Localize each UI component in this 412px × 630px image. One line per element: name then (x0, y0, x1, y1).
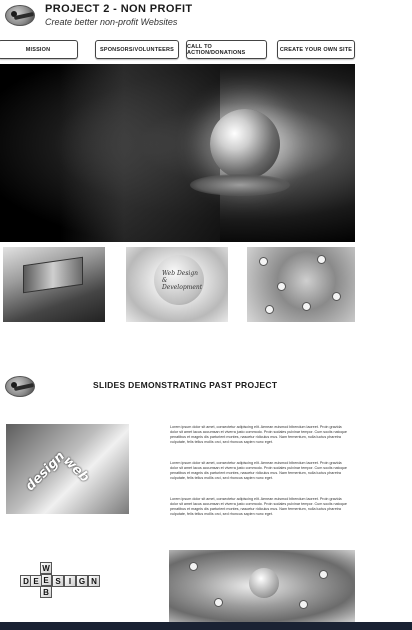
cube-letter: I (64, 575, 76, 587)
cube-letter: W (40, 562, 52, 574)
hawk-logo-icon (5, 376, 35, 397)
web-design-thumbnail[interactable]: Web Design & Development (126, 247, 228, 322)
web-design-caption: Web Design & Development (162, 270, 203, 291)
slide-paragraph-3: Lorem ipsum dolor sit amet, consectetur … (170, 497, 347, 516)
gear-word-design: design (22, 448, 69, 495)
footer-bar (0, 622, 412, 630)
hawk-logo-icon[interactable] (5, 5, 35, 26)
page-title: PROJECT 2 - NON PROFIT (45, 3, 193, 15)
page-subtitle: Create better non-profit Websites (45, 17, 178, 27)
laptop-thumbnail[interactable] (3, 247, 105, 322)
globe-icon (210, 109, 280, 179)
cube-letter: N (88, 575, 100, 587)
cube-letter: S (52, 575, 64, 587)
gear-word-web: web (60, 453, 93, 486)
nav-create-site-button[interactable]: CREATE YOUR OWN SITE (277, 40, 355, 59)
global-network-image[interactable] (169, 550, 355, 622)
nav-mission-button[interactable]: MISSION (0, 40, 78, 59)
slide-paragraph-1: Lorem ipsum dolor sit amet, consectetur … (170, 425, 347, 444)
slides-heading: SLIDES DEMONSTRATING PAST PROJECT (93, 380, 278, 390)
network-thumbnail[interactable] (247, 247, 355, 322)
web-design-gears-image[interactable]: design web (6, 424, 129, 514)
nav-sponsors-button[interactable]: SPONSORS/VOLUNTEERS (95, 40, 179, 59)
cube-letter: B (40, 586, 52, 598)
nav-donations-button[interactable]: CALL TO ACTION/DONATIONS (186, 40, 267, 59)
cube-letter: E (30, 575, 42, 587)
cube-letter: G (76, 575, 88, 587)
hero-image (0, 64, 355, 242)
web-design-cubes-image[interactable]: W E B D E S I G N (18, 558, 128, 604)
slide-paragraph-2: Lorem ipsum dolor sit amet, consectetur … (170, 461, 347, 480)
